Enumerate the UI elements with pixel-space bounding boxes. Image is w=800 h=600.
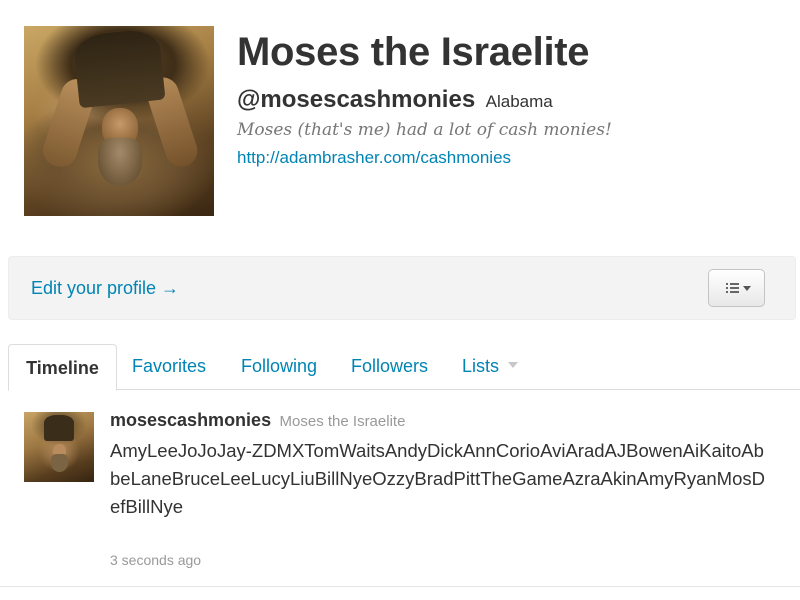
tweet-text: AmyLeeJoJoJay-ZDMXTomWaitsAndyDickAnnCor… bbox=[110, 440, 765, 517]
list-icon bbox=[726, 283, 739, 293]
actions-menu-button[interactable] bbox=[708, 269, 765, 307]
profile-tabs: Timeline Favorites Following Followers L… bbox=[8, 344, 800, 391]
tab-lists-label: Lists bbox=[462, 356, 500, 376]
profile-handle: @mosescashmonies bbox=[237, 86, 476, 113]
profile-location: Alabama bbox=[485, 92, 553, 111]
tab-lists[interactable]: Lists bbox=[462, 344, 519, 390]
profile-bio: Moses (that's me) had a lot of cash moni… bbox=[237, 120, 612, 140]
profile-page: Moses the Israelite @mosescashmonies Ala… bbox=[0, 0, 800, 600]
tweet-avatar[interactable] bbox=[24, 412, 94, 482]
tab-timeline[interactable]: Timeline bbox=[8, 344, 117, 391]
profile-actions-bar: Edit your profile → bbox=[8, 256, 796, 320]
edit-profile-link[interactable]: Edit your profile → bbox=[31, 278, 179, 299]
tab-following[interactable]: Following bbox=[241, 344, 317, 390]
profile-url-link[interactable]: http://adambrasher.com/cashmonies bbox=[237, 148, 511, 168]
tweet-timestamp[interactable]: 3 seconds ago bbox=[110, 552, 201, 568]
profile-name: Moses the Israelite bbox=[237, 30, 590, 74]
tweet-screen-name[interactable]: mosescashmonies bbox=[110, 410, 271, 430]
chevron-down-icon bbox=[508, 362, 519, 368]
tab-favorites[interactable]: Favorites bbox=[132, 344, 206, 390]
tweet-full-name: Moses the Israelite bbox=[279, 413, 406, 430]
caret-down-icon bbox=[743, 286, 751, 291]
tweet-header: mosescashmonies Moses the Israelite bbox=[110, 410, 405, 431]
profile-handle-row: @mosescashmonies Alabama bbox=[237, 86, 553, 114]
tweet-item[interactable]: mosescashmonies Moses the Israelite AmyL… bbox=[0, 391, 800, 587]
tab-followers[interactable]: Followers bbox=[351, 344, 428, 390]
profile-avatar[interactable] bbox=[24, 26, 214, 216]
